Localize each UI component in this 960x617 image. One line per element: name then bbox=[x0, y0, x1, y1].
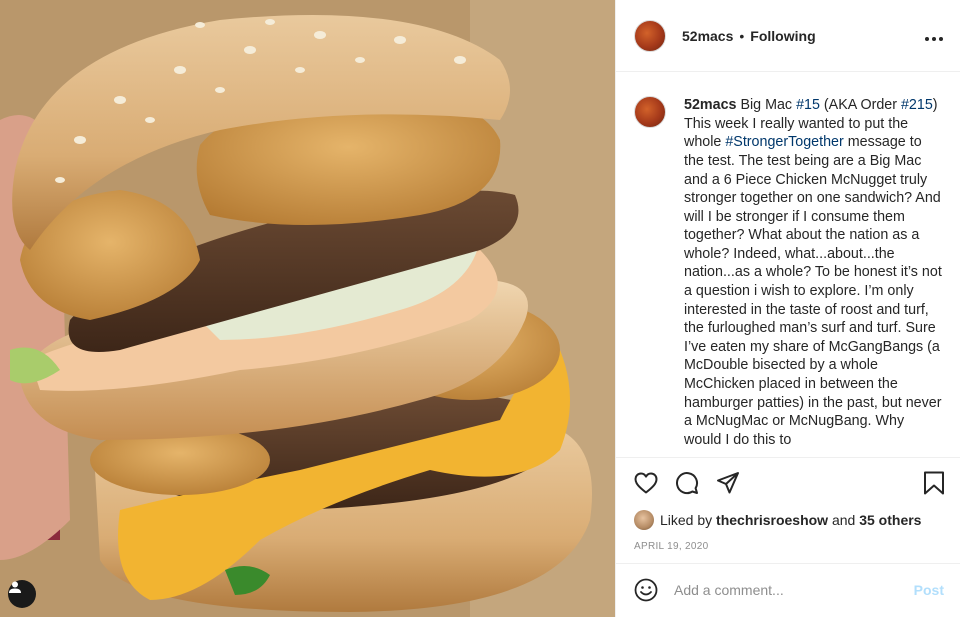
post-side-panel: 52macs • Following 52macs Big Mac #15 (A… bbox=[615, 0, 960, 617]
bookmark-icon[interactable] bbox=[922, 471, 946, 495]
hashtag-link[interactable]: #StrongerTogether bbox=[725, 134, 843, 150]
post-photo[interactable] bbox=[0, 0, 615, 617]
caption-username[interactable]: 52macs bbox=[684, 97, 736, 113]
likes-middle: and bbox=[831, 512, 856, 529]
heart-icon[interactable] bbox=[634, 471, 658, 495]
user-tag-icon bbox=[9, 581, 21, 593]
more-options-icon[interactable] bbox=[924, 26, 944, 46]
likes-summary: Liked by thechrisroeshow and 35 others bbox=[616, 509, 960, 531]
liker-username[interactable]: thechrisroeshow bbox=[716, 512, 828, 528]
following-button[interactable]: Following bbox=[750, 28, 815, 44]
user-tag-button[interactable] bbox=[8, 580, 36, 608]
comment-box: Post bbox=[616, 562, 960, 617]
header-username[interactable]: 52macs bbox=[682, 28, 733, 44]
post-date[interactable]: APRIL 19, 2020 bbox=[616, 531, 960, 563]
instagram-post: 52macs • Following 52macs Big Mac #15 (A… bbox=[0, 0, 960, 617]
header-separator: • bbox=[739, 27, 745, 44]
post-header: 52macs • Following bbox=[616, 0, 960, 73]
likes-others-link[interactable]: 35 others bbox=[859, 512, 921, 528]
caption-segment: (AKA Order bbox=[819, 97, 901, 114]
action-bar bbox=[616, 458, 960, 509]
hashtag-link[interactable]: #215 bbox=[901, 97, 933, 113]
emoji-icon[interactable] bbox=[634, 578, 658, 602]
share-icon[interactable] bbox=[716, 471, 740, 495]
burger-photo-illustration bbox=[0, 0, 615, 617]
caption-segment: Big Mac bbox=[736, 97, 797, 114]
comment-input[interactable] bbox=[674, 582, 914, 599]
caption-area: 52macs Big Mac #15 (AKA Order #215) This… bbox=[616, 72, 960, 458]
comment-icon[interactable] bbox=[675, 471, 699, 495]
likes-prefix: Liked by bbox=[660, 512, 713, 529]
avatar[interactable] bbox=[634, 19, 666, 52]
caption-segment: message to the test. The test being are … bbox=[684, 134, 942, 448]
caption-text: 52macs Big Mac #15 (AKA Order #215) This… bbox=[684, 96, 944, 457]
post-comment-button[interactable]: Post bbox=[914, 582, 944, 598]
hashtag-link[interactable]: #15 bbox=[796, 97, 820, 113]
caption-avatar[interactable] bbox=[634, 96, 666, 129]
liker-avatar[interactable] bbox=[634, 510, 654, 531]
